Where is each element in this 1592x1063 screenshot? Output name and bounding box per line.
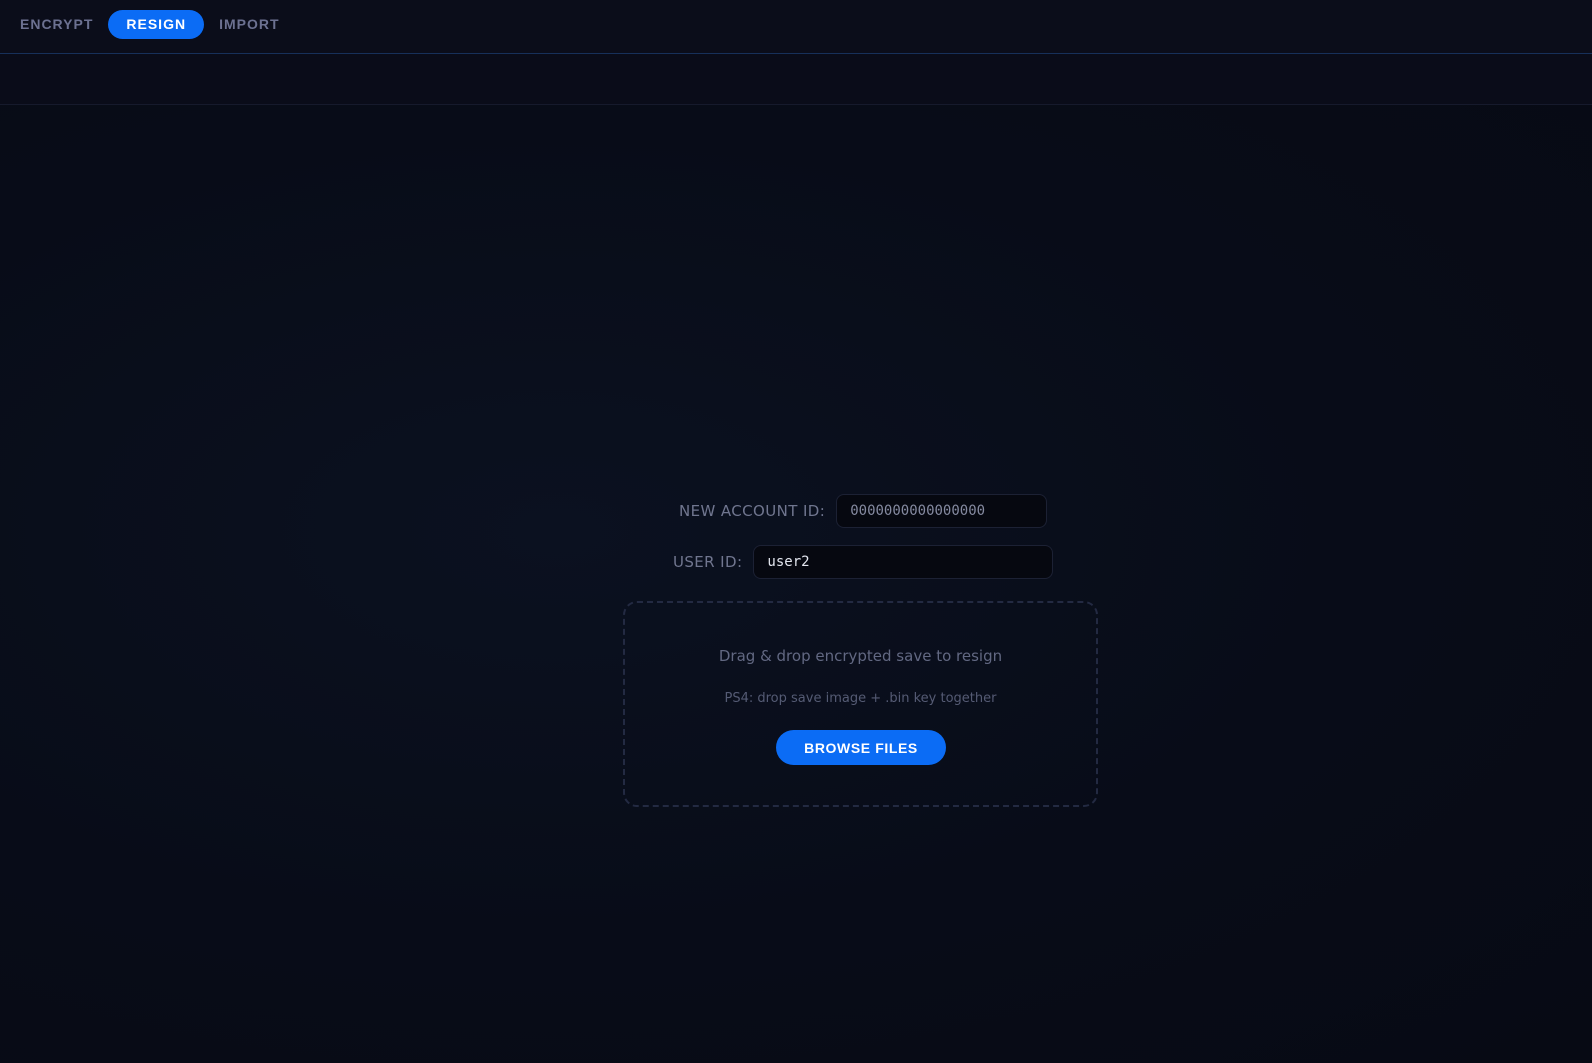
browse-files-button[interactable]: BROWSE FILES — [776, 730, 946, 765]
tab-import[interactable]: IMPORT — [209, 10, 289, 39]
user-id-row: USER ID: — [673, 545, 1054, 579]
tab-resign[interactable]: RESIGN — [108, 10, 205, 39]
dropzone-title: Drag & drop encrypted save to resign — [718, 647, 1003, 665]
account-id-row: NEW ACCOUNT ID: — [679, 494, 1048, 528]
account-id-input[interactable] — [836, 494, 1048, 528]
top-navigation-bar: ENCRYPT RESIGN IMPORT — [0, 0, 1592, 54]
account-id-label: NEW ACCOUNT ID: — [679, 502, 826, 520]
file-dropzone[interactable]: Drag & drop encrypted save to resign PS4… — [623, 601, 1098, 807]
secondary-toolbar — [0, 54, 1592, 105]
user-id-input[interactable] — [753, 545, 1054, 579]
tab-encrypt[interactable]: ENCRYPT — [10, 10, 103, 39]
dropzone-hint: PS4: drop save image + .bin key together — [724, 691, 997, 706]
user-id-label: USER ID: — [673, 553, 743, 571]
mode-tabs: ENCRYPT RESIGN IMPORT — [10, 10, 295, 39]
